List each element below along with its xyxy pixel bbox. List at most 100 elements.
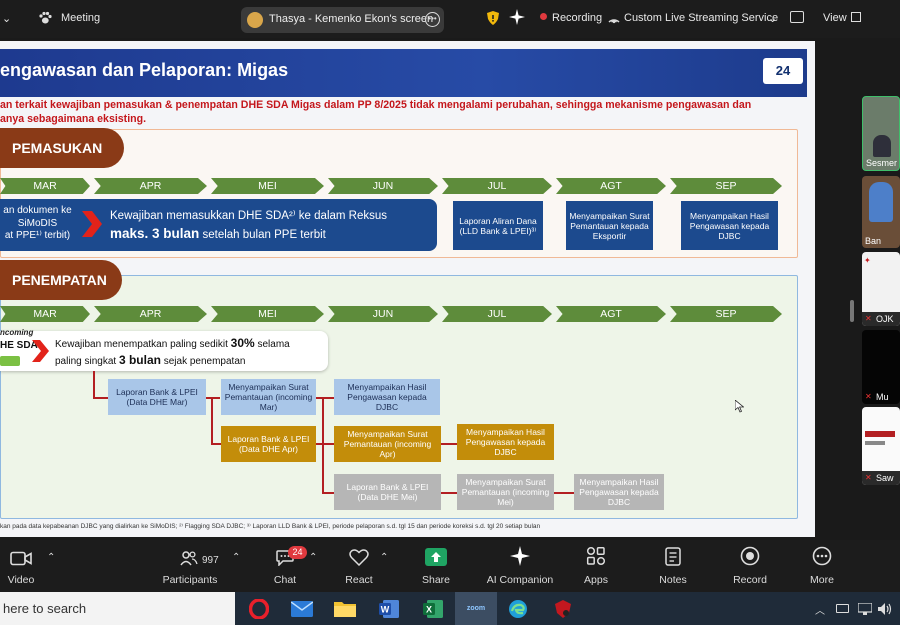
ai-sparkle-icon[interactable] (509, 9, 525, 28)
caret-up-icon[interactable]: ⌃ (47, 552, 55, 563)
grid-view-icon[interactable] (851, 12, 861, 22)
participant-name: OJK (876, 314, 894, 324)
zoom-taskbar-button[interactable]: zoom (455, 592, 497, 625)
screen-share-indicator[interactable]: Thasya - Kemenko Ekon's screen ••• (241, 7, 444, 33)
box-laporan-bank-mei: Laporan Bank & LPEI (Data DHE Mei) (334, 474, 441, 510)
connector (316, 443, 334, 445)
more-options-icon[interactable]: ••• (425, 12, 440, 27)
streaming-label[interactable]: Custom Live Streaming Service (624, 12, 778, 24)
callout-1c: selama (254, 339, 290, 350)
mail-icon[interactable] (287, 595, 317, 622)
participants-count: 997 (202, 555, 219, 566)
mic-muted-icon: ✕ (865, 473, 872, 482)
opera-icon[interactable] (244, 595, 274, 622)
month-apr: APR (94, 306, 207, 322)
network-icon[interactable] (857, 602, 873, 620)
pemasukan-obligation-line-1: Kewajiban memasukkan DHE SDA²⁾ ke dalam … (110, 210, 388, 222)
more-icon (812, 546, 832, 566)
box-hasil-pengawasan-mei: Menyampaikan Hasil Pengawasan kepada DJB… (574, 474, 664, 510)
intro-line-1: an terkait kewajiban pemasukan & penempa… (0, 99, 752, 111)
intro-line-2: anya sebagaimana eksisting. (0, 113, 147, 125)
connector (206, 397, 220, 399)
record-dot-icon (540, 13, 547, 20)
box-hasil-pengawasan-apr: Menyampaikan Hasil Pengawasan kepada DJB… (457, 424, 554, 460)
box-laporan-bank-mar: Laporan Bank & LPEI (Data DHE Mar) (108, 379, 206, 415)
recording-label: Recording (552, 12, 603, 24)
slide-intro: an terkait kewajiban pemasukan & penempa… (0, 98, 800, 126)
video-button[interactable]: Video (2, 540, 40, 592)
taskbar-search-input[interactable]: here to search (0, 592, 235, 625)
ai-sparkle-icon (510, 546, 530, 566)
connector (441, 492, 457, 494)
excel-icon[interactable]: X (418, 595, 448, 622)
box-laporan-bank-apr: Laporan Bank & LPEI (Data DHE Apr) (221, 426, 316, 462)
chat-unread-badge: 24 (288, 546, 307, 559)
incoming-label: ncoming (0, 328, 34, 337)
month-mei: MEI (211, 178, 324, 194)
caret-up-icon[interactable]: ⌃ (232, 552, 240, 563)
chevron-down-icon[interactable]: ⌄ (2, 12, 11, 25)
video-label: Video (7, 574, 35, 586)
more-button[interactable]: More (805, 540, 839, 592)
record-button[interactable]: Record (730, 540, 770, 592)
record-icon (740, 546, 760, 566)
recording-indicator[interactable]: Recording (540, 12, 602, 24)
participant-video (873, 135, 891, 157)
participant-tile[interactable]: Ban (862, 176, 900, 248)
slide-footnote: kan pada data kepabeanan DJBC yang diali… (0, 523, 541, 530)
meeting-label[interactable]: Meeting (61, 12, 100, 24)
avatar (247, 12, 263, 28)
slide-title: engawasan dan Pelaporan: Migas (0, 60, 289, 80)
connector (554, 492, 574, 494)
heart-icon (349, 549, 369, 566)
box-surat-pemantauan-apr: Menyampaikan Surat Pemantauan (incoming … (334, 426, 441, 462)
caret-up-icon[interactable]: ⌃ (309, 552, 317, 563)
month-jun: JUN (328, 306, 438, 322)
participant-tile[interactable]: Sesmer (862, 96, 900, 171)
ai-companion-button[interactable]: AI Companion (484, 540, 556, 592)
word-icon[interactable]: W (374, 595, 404, 622)
caret-up-icon[interactable]: ⌃ (380, 552, 388, 563)
participant-name: Saw (876, 473, 894, 483)
month-agt: AGT (556, 306, 666, 322)
view-button[interactable]: View (823, 12, 847, 24)
month-mar: MAR (0, 306, 90, 322)
participant-name: Ban (865, 236, 882, 246)
callout-2a: paling singkat (55, 356, 119, 367)
month-sep: SEP (670, 178, 782, 194)
apps-icon (586, 546, 606, 566)
zoom-icon: zoom (466, 605, 486, 612)
chevron-down-icon[interactable]: ⌄ (768, 12, 777, 25)
three-months: 3 bulan (118, 353, 161, 367)
windows-taskbar: here to search W X zoom ︿ (0, 592, 900, 625)
paw-icon (38, 11, 52, 28)
share-button[interactable]: Share (418, 540, 454, 592)
slide-page-number: 24 (763, 58, 803, 84)
chevron-up-icon[interactable]: ︿ (815, 602, 825, 617)
apps-button[interactable]: Apps (578, 540, 614, 592)
file-explorer-icon[interactable] (330, 595, 360, 622)
react-button[interactable]: React (340, 540, 378, 592)
volume-icon[interactable] (878, 602, 892, 620)
participant-tile[interactable]: Mu ✕ (862, 330, 900, 404)
notes-label: Notes (659, 574, 687, 586)
react-label: React (345, 574, 373, 586)
share-screen-icon (425, 548, 447, 566)
participant-tile[interactable]: Saw ✕ (862, 407, 900, 485)
strip-resize-handle[interactable] (850, 300, 854, 322)
notes-button[interactable]: Notes (655, 540, 691, 592)
chat-label: Chat (273, 574, 297, 586)
participant-tile[interactable]: ✦ OJK ✕ (862, 252, 900, 326)
penempatan-heading: PENEMPATAN (0, 260, 122, 300)
edge-icon[interactable] (503, 595, 533, 622)
mic-muted-icon: ✕ (865, 392, 872, 401)
box-lld-report: Laporan Aliran Dana (LLD Bank & LPEI)³⁾ (453, 201, 543, 250)
window-icon[interactable] (790, 11, 804, 23)
shield-icon[interactable] (487, 11, 499, 28)
mic-muted-icon: ✕ (865, 314, 872, 323)
simodis-note-2: SiMoDIS (17, 217, 58, 229)
security-app-icon[interactable] (548, 595, 578, 622)
participants-button[interactable]: 997 Participants (158, 540, 222, 592)
battery-icon[interactable] (836, 604, 849, 613)
participants-icon (180, 551, 198, 566)
